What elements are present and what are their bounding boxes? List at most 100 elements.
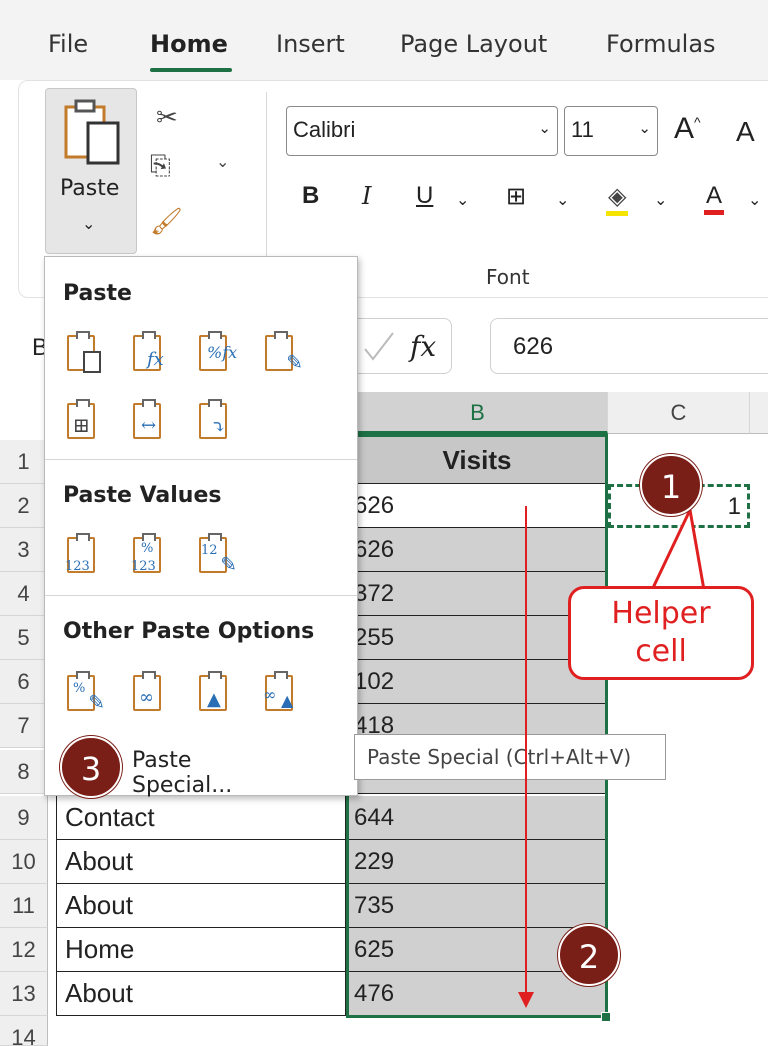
paste-formatting-icon[interactable]: % ✎ [61,671,105,715]
tab-file[interactable]: File [48,30,88,58]
fill-color-icon[interactable]: ◈ [606,182,629,216]
transpose-icon[interactable]: ⤵ [193,399,237,443]
paste-values-heading: Paste Values [63,483,222,508]
row-header[interactable]: 5 [0,616,48,660]
table-cell-visits[interactable]: 229 [348,840,606,884]
chevron-down-icon[interactable]: ⌄ [216,152,229,172]
values-sub-label: 123 [131,559,156,574]
copy-icon[interactable]: ⎘ [150,150,171,182]
paste-dropdown-menu: Paste fx %fx ✎ ⊞ ↔ ⤵ Paste Values 123 % 1… [44,256,358,796]
ribbon-tabs: File Home Insert Page Layout Formulas [0,0,768,80]
row-header[interactable]: 6 [0,660,48,704]
tab-formulas[interactable]: Formulas [606,30,716,58]
linked-picture-icon[interactable]: ∞ ▲ [259,671,303,715]
tab-page-layout[interactable]: Page Layout [400,30,547,58]
paste-label: Paste [60,176,120,201]
chevron-down-icon: ⌄ [538,120,551,137]
chevron-down-icon[interactable]: ⌄ [456,190,469,210]
column-header-c[interactable]: C [608,392,750,434]
format-painter-icon[interactable]: 🖌 [150,206,183,237]
table-cell-visits[interactable]: 626 [348,484,606,528]
chevron-down-icon: ⌄ [638,120,651,137]
step-badge-3: 3 [60,736,122,798]
paste-values-icon[interactable]: 123 [61,533,105,577]
paste-formulas-icon[interactable]: fx [127,331,171,375]
bold-button[interactable]: B [302,182,319,210]
row-header[interactable]: 14 [0,1016,48,1046]
table-cell-page[interactable]: Home [56,928,346,972]
paste-icon [64,99,120,165]
underline-button[interactable]: U [416,182,433,210]
table-cell-page[interactable]: About [56,884,346,928]
chevron-down-icon[interactable]: ⌄ [748,190,761,210]
row-header[interactable]: 13 [0,972,48,1016]
shrink-font-label: A [736,116,755,147]
step-badge-1: 1 [640,454,702,516]
table-cell-visits[interactable]: 476 [348,972,606,1018]
row-header[interactable]: 7 [0,704,48,748]
values-source-formatting-icon[interactable]: 12 ✎ [193,533,237,577]
no-borders-icon[interactable]: ⊞ [61,399,105,443]
row-header[interactable]: 1 [0,440,48,484]
table-cell-visits[interactable]: 626 [348,528,606,572]
italic-button[interactable]: I [362,182,371,210]
row-header[interactable]: 12 [0,928,48,972]
visits-column-header[interactable]: Visits [348,434,606,484]
formula-bar-buttons [348,318,452,374]
paste-formulas-number-format-icon[interactable]: %fx [193,331,237,375]
paste-section-heading: Paste [63,281,132,306]
grow-font-button[interactable]: A^ [674,112,701,146]
formula-input[interactable]: 626 [490,318,768,374]
tab-home[interactable]: Home [150,30,228,58]
row-header[interactable]: 10 [0,840,48,884]
chevron-down-icon: ⌄ [82,216,96,233]
font-group-label: Font [486,265,530,289]
menu-divider [45,459,357,460]
table-cell-page[interactable]: About [56,972,346,1016]
keep-column-widths-icon[interactable]: ↔ [127,399,171,443]
function-icon[interactable]: fx [410,330,436,363]
other-paste-options-heading: Other Paste Options [63,619,315,644]
row-header[interactable]: 11 [0,884,48,928]
table-cell-page[interactable]: Contact [56,796,346,840]
row-header[interactable]: 2 [0,484,48,528]
fill-handle[interactable] [601,1012,611,1022]
helper-cell-callout: Helper cell [568,586,754,680]
column-header-b[interactable]: B [348,392,608,434]
row-header[interactable]: 4 [0,572,48,616]
tab-insert[interactable]: Insert [276,30,345,58]
values-sub-label: 123 [65,559,90,574]
font-size-select[interactable]: 11 ⌄ [564,106,658,156]
paste-link-icon[interactable]: ∞ [127,671,171,715]
shrink-font-button[interactable]: A [736,116,755,148]
chevron-down-icon[interactable]: ⌄ [556,190,569,210]
callout-line-2: cell [635,634,687,669]
menu-divider [45,595,357,596]
table-cell-visits[interactable]: 644 [348,796,606,840]
active-tab-indicator [150,68,232,72]
check-icon[interactable] [359,327,399,367]
font-size-value: 11 [571,117,594,142]
step-badge-2: 2 [558,924,620,986]
table-cell-page[interactable]: About [56,840,346,884]
row-header[interactable]: 9 [0,796,48,840]
paste-picture-icon[interactable]: ▲ [193,671,237,715]
callout-line-1: Helper [611,596,711,631]
values-number-format-icon[interactable]: % 123 [127,533,171,577]
table-cell-visits[interactable]: 735 [348,884,606,928]
paste-special-tooltip: Paste Special (Ctrl+Alt+V) [354,734,666,780]
font-name-value: Calibri [293,117,356,142]
font-name-select[interactable]: Calibri ⌄ [286,106,558,156]
font-color-button[interactable]: A [704,182,725,215]
keep-source-formatting-icon[interactable]: ✎ [259,331,303,375]
row-header[interactable]: 3 [0,528,48,572]
paste-option-icon[interactable] [61,331,105,375]
chevron-down-icon[interactable]: ⌄ [654,190,667,210]
borders-icon[interactable]: ⊞ [506,182,526,211]
grow-font-label: A [674,112,695,145]
row-header[interactable]: 8 [0,750,48,794]
ribbon-divider [266,92,267,282]
paste-special-label: Paste Special... [132,748,233,798]
cut-icon[interactable]: ✂ [156,102,178,133]
column-header-d[interactable] [750,392,768,434]
